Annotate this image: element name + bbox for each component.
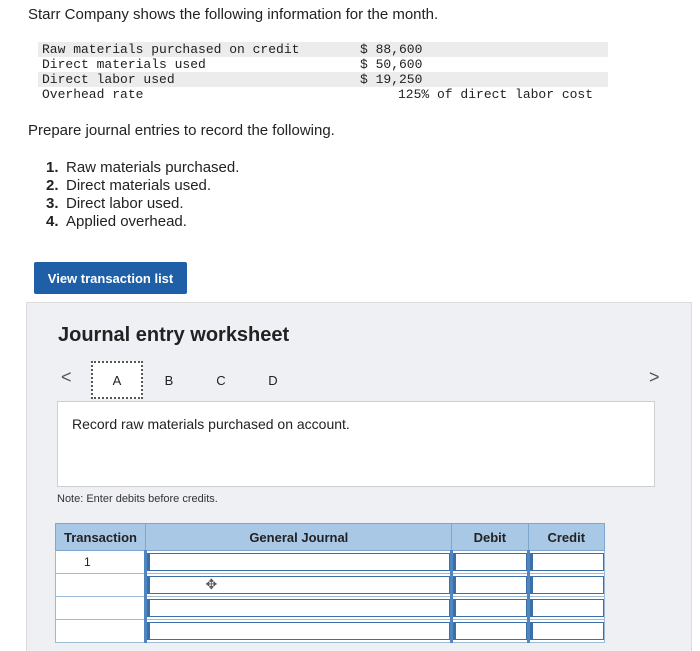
instruction-box: Record raw materials purchased on accoun… [57, 401, 655, 487]
info-label: Raw materials purchased on credit [42, 42, 300, 57]
account-input[interactable] [147, 622, 451, 640]
chevron-left-icon[interactable]: < [61, 367, 72, 388]
info-row: Direct materials used $ 50,600 [38, 57, 608, 72]
list-item: 1. Raw materials purchased. [46, 159, 239, 177]
debit-input[interactable] [453, 599, 527, 617]
task-text: Raw materials purchased. [66, 159, 240, 176]
account-input[interactable] [147, 553, 451, 571]
task-list: 1. Raw materials purchased. 2. Direct mate… [46, 159, 239, 231]
tab-a[interactable]: A [91, 361, 143, 399]
debit-input[interactable] [453, 576, 527, 594]
credit-cell[interactable] [527, 573, 606, 597]
info-row: Raw materials purchased on credit $ 88,6… [38, 42, 608, 57]
task-text: Direct materials used. [66, 177, 212, 194]
general-journal-cell[interactable] [145, 596, 454, 620]
transaction-cell [54, 573, 148, 597]
header-transaction: Transaction [54, 523, 147, 551]
task-text: Applied overhead. [66, 213, 187, 230]
debit-input[interactable] [453, 622, 527, 640]
transaction-cell: 1 [54, 550, 148, 574]
info-value: $ 88,600 [360, 42, 423, 57]
info-value: $ 19,250 [360, 72, 423, 87]
general-journal-cell[interactable]: ✥ [145, 573, 454, 597]
view-transaction-list-button[interactable]: View transaction list [34, 262, 187, 294]
transaction-cell [54, 619, 148, 643]
credit-cell[interactable] [527, 596, 606, 620]
header-general-journal: General Journal [145, 523, 453, 551]
table-header-row: Transaction General Journal Debit Credit [54, 523, 606, 551]
journal-table: Transaction General Journal Debit Credit… [54, 523, 606, 643]
credit-input[interactable] [529, 553, 604, 571]
chevron-right-icon[interactable]: > [649, 367, 660, 388]
credit-cell[interactable] [527, 550, 606, 574]
debit-input[interactable] [453, 553, 527, 571]
note-text: Note: Enter debits before credits. [57, 493, 218, 505]
table-row [54, 596, 606, 620]
worksheet-title: Journal entry worksheet [58, 324, 290, 346]
task-number: 4. [46, 213, 59, 230]
credit-input[interactable] [529, 622, 604, 640]
header-credit: Credit [527, 523, 606, 551]
info-value: 125% of direct labor cost [398, 87, 594, 102]
transaction-cell [54, 596, 148, 620]
problem-intro: Starr Company shows the following inform… [28, 6, 439, 23]
move-cursor-icon: ✥ [205, 576, 218, 592]
info-table: Raw materials purchased on credit $ 88,6… [38, 42, 608, 102]
task-number: 2. [46, 177, 59, 194]
info-label: Direct labor used [42, 72, 175, 87]
tab-c[interactable]: C [195, 361, 247, 399]
tab-d[interactable]: D [247, 361, 299, 399]
info-value: $ 50,600 [360, 57, 423, 72]
general-journal-cell[interactable] [145, 550, 454, 574]
journal-entry-worksheet: Journal entry worksheet < A B C D > Reco… [26, 302, 692, 651]
debit-cell[interactable] [451, 550, 530, 574]
task-number: 3. [46, 195, 59, 212]
debit-cell[interactable] [451, 573, 530, 597]
account-input[interactable] [147, 576, 451, 594]
credit-input[interactable] [529, 599, 604, 617]
list-item: 4. Applied overhead. [46, 213, 239, 231]
task-number: 1. [46, 159, 59, 176]
list-item: 3. Direct labor used. [46, 195, 239, 213]
debit-cell[interactable] [451, 596, 530, 620]
task-text: Direct labor used. [66, 195, 184, 212]
credit-cell[interactable] [527, 619, 606, 643]
list-item: 2. Direct materials used. [46, 177, 239, 195]
table-row [54, 619, 606, 643]
general-journal-cell[interactable] [145, 619, 454, 643]
info-label: Direct materials used [42, 57, 206, 72]
credit-input[interactable] [529, 576, 604, 594]
instructions-heading: Prepare journal entries to record the fo… [28, 122, 335, 139]
info-row: Overhead rate 125% of direct labor cost [38, 87, 608, 102]
tab-b[interactable]: B [143, 361, 195, 399]
table-row: ✥ [54, 573, 606, 597]
debit-cell[interactable] [451, 619, 530, 643]
header-debit: Debit [451, 523, 529, 551]
info-label: Overhead rate [42, 87, 144, 102]
instruction-text: Record raw materials purchased on accoun… [72, 416, 350, 432]
account-input[interactable] [147, 599, 451, 617]
info-row: Direct labor used $ 19,250 [38, 72, 608, 87]
table-row: 1 [54, 550, 606, 574]
